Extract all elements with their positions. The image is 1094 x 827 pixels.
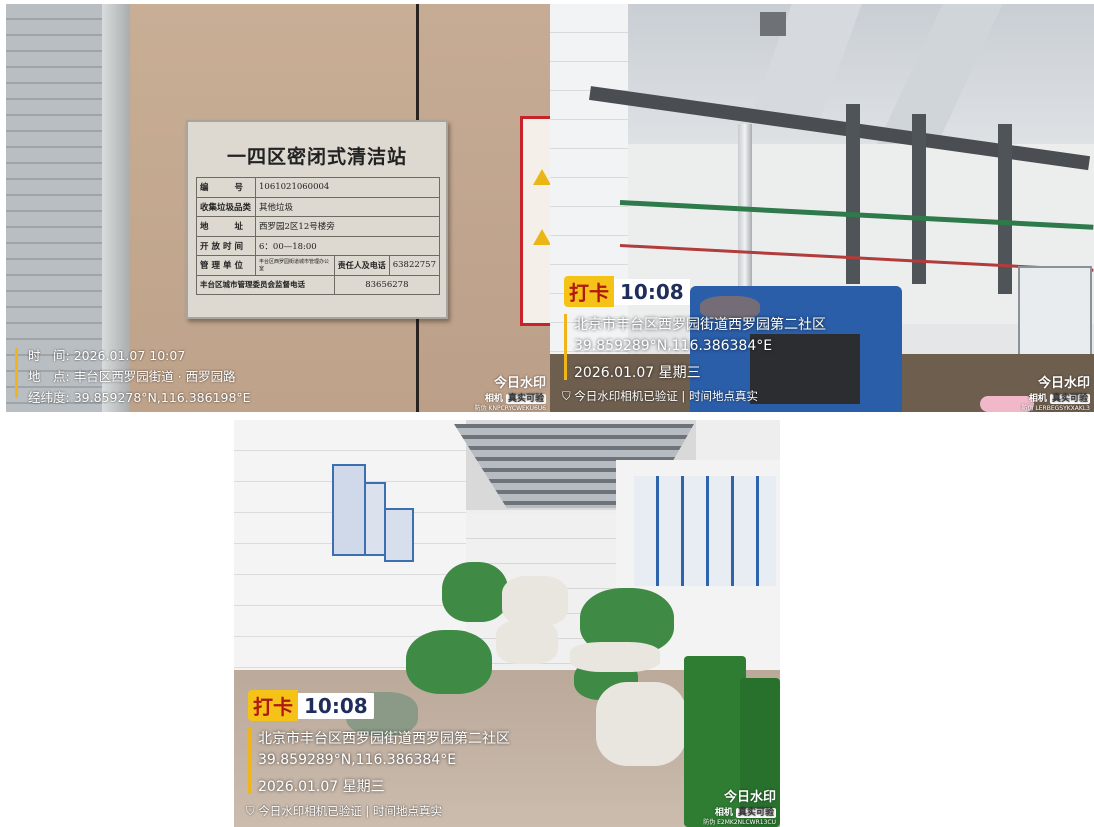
plaque-row: 地 址 西罗园2区12号楼旁 (196, 216, 440, 237)
white-bag (596, 682, 686, 766)
plaque-key: 开放时间 (196, 235, 256, 256)
coords-text: 39.859289°N,116.386384°E (574, 338, 773, 354)
brand-title: 今日水印 (493, 376, 546, 391)
station-plaque: 一四区密闭式清洁站 编 号 1061021060004 收集垃圾品类 其他垃圾 … (186, 120, 448, 319)
clock-badge: 打卡 10:08 (564, 276, 690, 307)
plaque-key: 管理单位 (196, 255, 256, 276)
verify-note: ⛉ 今日水印相机已验证 | 时间地点真实 (246, 803, 442, 819)
place-label: 地 点: (28, 369, 70, 384)
watermark-place: 地 点: 丰台区西罗园街道 · 西罗园路 (28, 366, 236, 385)
plaque-key: 编 号 (196, 177, 256, 198)
coord-label: 经纬度: (28, 390, 70, 405)
photo-plaque: 一四区密闭式清洁站 编 号 1061021060004 收集垃圾品类 其他垃圾 … (6, 4, 550, 412)
green-bag (442, 562, 508, 622)
watermark-brand: 今日水印 相机 真实可验 (485, 372, 546, 404)
poster-wall-right (634, 476, 776, 586)
watermark-code: 防伪 E2MK2NLCWR13CU (703, 819, 776, 826)
shield-check-icon: ⛉ (246, 804, 255, 818)
plaque-row: 编 号 1061021060004 (196, 177, 440, 198)
poster (332, 464, 366, 556)
plaque-row: 管理单位 丰台区西罗园街道城市管理办公室 责任人及电话 63822757 (196, 255, 441, 276)
plaque-value: 1061021060004 (255, 177, 440, 198)
plaque-value: 丰台区西罗园街道城市管理办公室 (255, 255, 335, 276)
plaque-row: 丰台区城市管理委员会监督电话 83656278 (196, 274, 441, 295)
location-text: 北京市丰台区西罗园街道西罗园第二社区 (258, 731, 510, 747)
plaque-key: 收集垃圾品类 (196, 196, 256, 217)
watermark-code: 防伪 KNPCRYCWEKU6U6 (474, 405, 546, 412)
clock-badge: 打卡 10:08 (248, 690, 374, 721)
plaque-row: 收集垃圾品类 其他垃圾 (196, 196, 440, 217)
ceiling-light (760, 12, 786, 36)
watermark-code: 防伪 LERBEGSYKXAKL3 (1021, 405, 1091, 412)
plaque-value: 其他垃圾 (255, 196, 440, 217)
exhaust-duct (998, 124, 1012, 294)
date-text: 2026.01.07 星期三 (258, 779, 385, 795)
plaque-key: 丰台区城市管理委员会监督电话 (196, 274, 335, 295)
warning-triangle-icon (533, 169, 550, 185)
verify-text: 今日水印相机已验证 | 时间地点真实 (258, 804, 442, 818)
white-bag (570, 642, 660, 672)
watermark-brand: 今日水印 相机 真实可验 (715, 786, 776, 818)
white-bag (496, 620, 558, 664)
watermark-time: 时 间: 2026.01.07 10:07 (28, 345, 185, 364)
plaque-key: 地 址 (196, 216, 256, 237)
shield-check-icon: ⛉ (562, 389, 571, 403)
plaque-value: 西罗园2区12号楼旁 (255, 216, 440, 237)
brand-title: 今日水印 (1037, 376, 1090, 391)
time-label: 时 间: (28, 348, 70, 363)
verify-text: 今日水印相机已验证 | 时间地点真实 (574, 389, 758, 403)
watermark-brand: 今日水印 相机 真实可验 (1029, 372, 1090, 404)
warning-sign (520, 116, 550, 326)
white-bag (502, 576, 568, 626)
time-value: 2026.01.07 10:07 (73, 348, 186, 363)
green-bag (406, 630, 492, 694)
watermark-accent-bar (564, 314, 567, 380)
photo-storage-room: 打卡 10:08 北京市丰台区西罗园街道西罗园第二社区 39.859289°N,… (234, 420, 780, 827)
plaque-table: 编 号 1061021060004 收集垃圾品类 其他垃圾 地 址 西罗园2区1… (196, 177, 441, 295)
coord-value: 39.859278°N,116.386198°E (73, 390, 251, 405)
date-text: 2026.01.07 星期三 (574, 365, 701, 381)
photo-compactor-room: 打卡 10:08 北京市丰台区西罗园街道西罗园第二社区 39.859289°N,… (550, 4, 1094, 412)
place-value: 丰台区西罗园街道 · 西罗园路 (73, 369, 236, 384)
clock-tag: 打卡 (564, 276, 614, 307)
poster (364, 482, 386, 556)
clock-tag: 打卡 (248, 690, 298, 721)
verify-note: ⛉ 今日水印相机已验证 | 时间地点真实 (562, 388, 758, 404)
location-text: 北京市丰台区西罗园街道西罗园第二社区 (574, 317, 826, 333)
plaque-extra-value: 63822757 (388, 255, 441, 276)
plaque-extra-key: 责任人及电话 (333, 255, 390, 276)
watermark-coords: 经纬度: 39.859278°N,116.386198°E (28, 387, 251, 406)
brand-title: 今日水印 (723, 790, 776, 805)
warning-triangle-icon (533, 229, 550, 245)
watermark-accent-bar (248, 728, 251, 794)
plaque-value: 83656278 (333, 274, 441, 295)
coords-text: 39.859289°N,116.386384°E (258, 752, 457, 768)
plaque-value: 6：00—18:00 (255, 235, 440, 256)
clock-time: 10:08 (614, 278, 690, 305)
watermark-accent-bar (15, 348, 18, 398)
plaque-row: 开放时间 6：00—18:00 (196, 235, 440, 256)
poster (384, 508, 414, 562)
plaque-title: 一四区密闭式清洁站 (226, 146, 407, 168)
clock-time: 10:08 (298, 692, 374, 719)
